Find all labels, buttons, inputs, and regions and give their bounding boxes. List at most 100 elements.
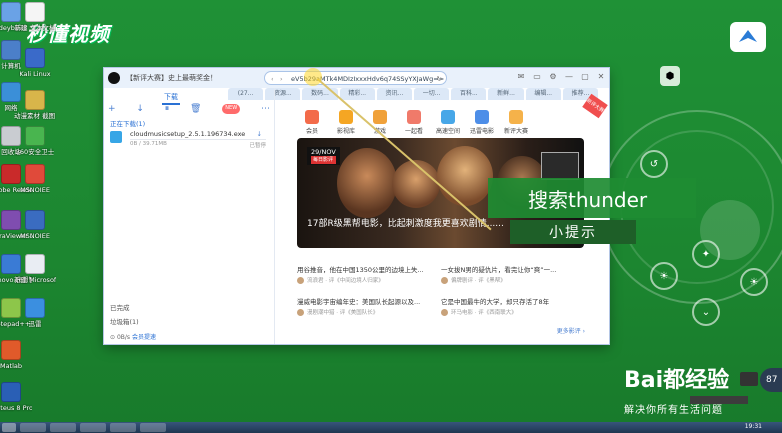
thumbnail[interactable]	[541, 152, 579, 180]
desktop-icon[interactable]: MSNOIEE	[14, 164, 56, 194]
app-icon	[475, 110, 489, 124]
start-button[interactable]	[2, 423, 16, 432]
avatar	[297, 309, 304, 316]
desktop-icon-label: 动漫素材 截图 - 123	[14, 112, 56, 120]
news-headline[interactable]: 它是中国最牛的大学，却只存活了8年	[441, 296, 581, 306]
desktop-app-icon	[25, 254, 45, 274]
section-completed[interactable]: 已完成	[110, 302, 130, 312]
desktop-icon[interactable]: 新建 文本文档	[14, 2, 56, 32]
close-button[interactable]: ✕	[597, 72, 605, 81]
cursor-highlight	[304, 68, 322, 86]
poster-figure	[392, 160, 440, 208]
browser-tab[interactable]: 百科...	[451, 88, 487, 100]
delete-icon[interactable]: 🗑	[190, 104, 201, 114]
download-action-icon[interactable]: ↓	[257, 130, 262, 138]
minimize-button[interactable]: —	[565, 72, 573, 81]
tray-widget[interactable]	[740, 372, 758, 386]
desktop-icon[interactable]: MSNOIEE	[14, 210, 56, 240]
desktop-icon[interactable]: 新建 Microsoft...	[14, 254, 56, 284]
browser-tab[interactable]: 编辑...	[525, 88, 561, 100]
taskbar-app[interactable]	[110, 423, 136, 432]
speed-up-link[interactable]: 会员提速	[132, 334, 156, 341]
app-label: 高速空间	[436, 128, 461, 135]
app-icon	[441, 110, 455, 124]
desktop-icon-label: Matlab	[0, 362, 23, 370]
browser-tab[interactable]: 新鲜...	[488, 88, 524, 100]
title-bar: 【新评大赛】史上最萌奖金！ ‹ › eV5b29aMTk4MDIzIxxxHdv…	[104, 68, 609, 88]
new-task-icon[interactable]: +	[108, 104, 116, 114]
speed-value: 0B/s	[116, 334, 131, 341]
desktop-icon-label: Proteus 8 Professional	[0, 404, 32, 412]
app-shortcut[interactable]: 影视库	[334, 110, 358, 135]
desktop-icon[interactable]: Matlab	[0, 340, 32, 370]
app-shortcut[interactable]: 一起看	[402, 110, 426, 135]
avatar	[441, 309, 448, 316]
window-title: 【新评大赛】史上最萌奖金！	[126, 74, 217, 82]
search-overlay: 搜索thunder	[488, 178, 696, 218]
desktop-app-icon	[25, 48, 45, 68]
avatar	[441, 277, 448, 284]
pause-icon[interactable]: ⏸	[165, 104, 170, 114]
file-name: cloudmusicsetup_2.5.1.196734.exe	[130, 130, 246, 138]
settings-icon[interactable]: ⚙	[549, 72, 557, 81]
floating-widget-icon[interactable]: ⬢	[660, 66, 680, 86]
download-item[interactable]: cloudmusicsetup_2.5.1.196734.exe ↓ 0B / …	[110, 130, 268, 150]
browser-tab[interactable]: 一切...	[414, 88, 450, 100]
browser-tabs: (27... 资源... 数码... 精彩... 资讯... 一切... 百科... 新鲜..…	[228, 88, 599, 100]
app-label: 一起看	[404, 128, 423, 135]
file-icon	[110, 131, 122, 143]
news-meta: 偏牌剧评 · 评《黑帮》	[441, 276, 506, 284]
app-shortcut[interactable]: 迅雷电影	[470, 110, 494, 135]
speed-icon: ⊙	[110, 334, 117, 341]
file-status: 已暂停	[249, 143, 266, 149]
forward-icon[interactable]: ›	[280, 72, 283, 84]
desktop-icon-label: 新建 文本文档	[14, 24, 56, 32]
desktop-icon-label: 迅雷	[28, 320, 42, 328]
news-headline[interactable]: 用谷推音，他在中国1350公里的边境上失...	[297, 264, 442, 274]
app-icon	[509, 110, 523, 124]
refresh-circle-icon: ↺	[640, 150, 668, 178]
speed-indicator: ⊙ 0B/s 会员提速	[110, 332, 156, 341]
app-label: 新评大赛	[504, 128, 529, 135]
section-trash[interactable]: 垃圾箱(1)	[110, 316, 139, 326]
date-sub: 每日影评	[311, 156, 336, 164]
app-label: 影视库	[336, 128, 355, 135]
maximize-button[interactable]: ▢	[581, 72, 589, 81]
speed-ball[interactable]: 87	[760, 368, 782, 392]
app-shortcut[interactable]: 新评大赛	[504, 110, 528, 135]
desktop-icon-label: MSNOIEE	[20, 232, 50, 240]
new-badge[interactable]: NEW	[222, 104, 241, 114]
baidu-jingyan-logo: Bai都经验	[624, 368, 730, 393]
taskbar-app[interactable]	[50, 423, 76, 432]
news-meta: 环马电影 · 评《西南联大》	[441, 308, 517, 316]
tip-overlay: 小提示	[510, 220, 636, 244]
desktop-icon[interactable]: 迅雷	[14, 298, 56, 328]
section-downloading[interactable]: 正在下载(1)	[110, 118, 145, 128]
skin-icon[interactable]: ▭	[533, 72, 541, 81]
mail-icon[interactable]: ✉	[517, 72, 525, 81]
browser-tab[interactable]: 资讯...	[376, 88, 413, 100]
desktop-icon[interactable]: 动漫素材 截图 - 123	[14, 90, 56, 120]
taskbar-app[interactable]	[20, 423, 46, 432]
more-reviews-link[interactable]: 更多影评 ›	[557, 326, 585, 335]
app-icon	[305, 110, 319, 124]
refresh-icon[interactable]: ↻	[437, 72, 442, 84]
desktop-icon[interactable]: Proteus 8 Professional	[0, 382, 32, 412]
more-icon[interactable]: ⋯	[261, 104, 270, 114]
desktop-app-icon	[25, 2, 45, 22]
taskbar-app[interactable]	[80, 423, 106, 432]
news-headline[interactable]: 漫威电影宇宙编年史：美国队长起源以及...	[297, 296, 442, 306]
address-bar[interactable]: ‹ › eV5b29aMTk4MDIzIxxxHdv6q74SSyYXJaWg=…	[264, 71, 447, 85]
news-meta: 流浪君 · 评《中间边境人归家》	[297, 276, 384, 284]
desktop-icon[interactable]: Kali Linux	[14, 48, 56, 78]
app-icon	[407, 110, 421, 124]
taskbar-app[interactable]	[140, 423, 166, 432]
news-headline[interactable]: 一女拔N男的疑仇片，看完让你“爽”一...	[441, 264, 581, 274]
back-icon[interactable]: ‹	[271, 72, 274, 84]
desktop-icon-label: 新建 Microsoft...	[14, 276, 56, 284]
app-shortcut[interactable]: 会员	[300, 110, 324, 135]
start-icon[interactable]: ↓	[136, 104, 144, 114]
app-shortcut[interactable]: 高速空间	[436, 110, 460, 135]
desktop-icon[interactable]: 360安全卫士	[14, 126, 56, 156]
browser-tab[interactable]: 精彩...	[339, 88, 375, 100]
